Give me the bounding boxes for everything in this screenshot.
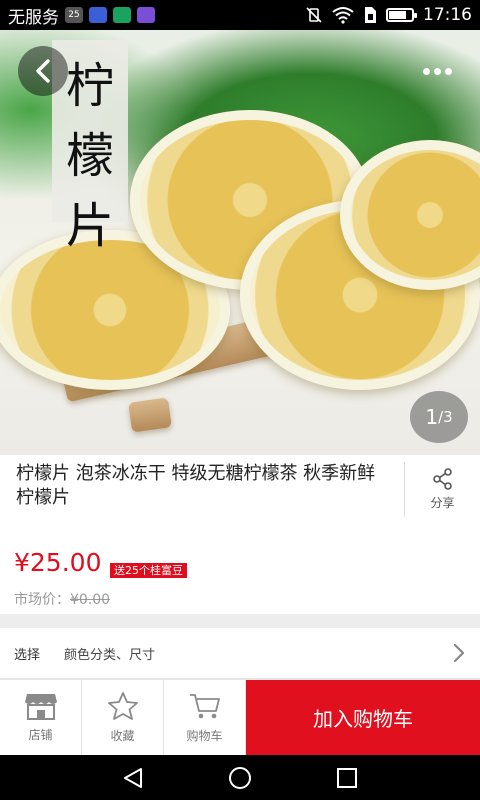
more-dot-icon [433,67,441,75]
bottom-action-bar: 店铺 收藏 购物车 加入购物车 [0,680,480,755]
calendar-25-icon: 25 [65,7,83,23]
add-to-cart-button[interactable]: 加入购物车 [246,680,480,755]
nav-back-icon[interactable] [122,767,144,789]
share-icon [432,468,452,490]
status-bar: 无服务 25 17:16 [0,0,480,30]
chevron-left-icon [36,59,50,83]
store-label: 店铺 [28,728,53,742]
store-button[interactable]: 店铺 [0,680,82,755]
option-label: 选择 [14,647,41,663]
pager-current: 1 [425,405,439,429]
share-label: 分享 [430,496,455,510]
gallery-app-icon [137,7,155,23]
bonus-badge: 送25个桂富豆 [110,563,187,578]
more-dot-icon [444,67,452,75]
mute-vibrate-icon [306,7,322,23]
nav-home-icon[interactable] [228,766,252,790]
caption-char: 片 [65,198,114,254]
price: ¥25.00 [14,548,102,577]
caption-char: 柠 [65,58,114,114]
carrier-text: 无服务 [8,7,59,28]
wifi-icon [332,7,354,24]
battery-level-fill [389,11,406,19]
market-price-label: 市场价： [14,592,70,608]
wood-stick [128,397,172,433]
back-button[interactable] [18,46,68,96]
product-image-carousel[interactable]: 柠 檬 片 1/3 [0,30,480,455]
nav-recents-icon[interactable] [336,767,358,789]
more-options-button[interactable] [412,46,462,96]
shield-app-icon [113,7,131,23]
sim-icon [365,7,376,23]
star-icon [107,692,138,720]
image-pager-indicator: 1/3 [410,391,468,443]
product-title: 柠檬片 泡茶冰冻干 特级无糖柠檬茶 秋季新鲜 柠檬片 [16,463,376,508]
chevron-right-icon [453,643,465,663]
uc-browser-icon [89,7,107,23]
cart-label: 购物车 [186,729,223,743]
store-icon [24,694,57,720]
market-price-value: ¥0.00 [70,592,111,608]
market-price: 市场价：¥0.00 [14,589,110,609]
clock: 17:16 [423,5,472,25]
cart-button[interactable]: 购物车 [164,680,246,755]
share-button[interactable]: 分享 [404,462,480,517]
pager-total: /3 [438,408,453,426]
option-value: 颜色分类、尺寸 [64,647,156,663]
favorite-label: 收藏 [110,729,135,743]
system-navigation-bar [0,755,480,800]
section-divider [0,614,480,628]
favorite-button[interactable]: 收藏 [82,680,164,755]
caption-char: 檬 [65,128,114,184]
battery-icon [386,8,417,22]
more-dot-icon [422,67,430,75]
cart-icon [189,694,220,719]
option-selector-row[interactable]: 选择 颜色分类、尺寸 [0,628,480,678]
